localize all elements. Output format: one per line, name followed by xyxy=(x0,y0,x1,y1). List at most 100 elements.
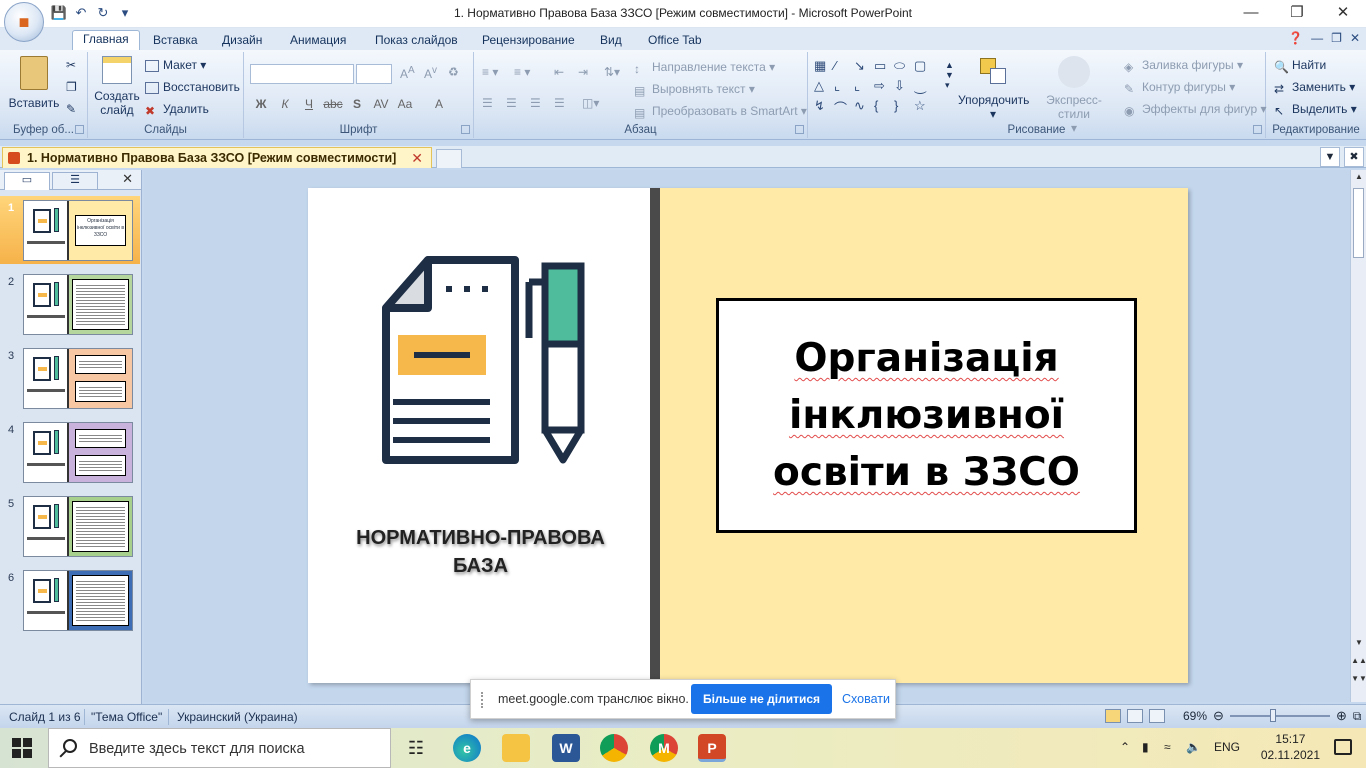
text-direction-button[interactable]: ↕ Направление текста ▾ xyxy=(634,60,775,76)
language-switch[interactable]: ENG xyxy=(1214,740,1240,754)
delete-button[interactable]: ✖ Удалить xyxy=(145,102,209,118)
theme-name[interactable]: "Тема Office" xyxy=(91,710,162,724)
align-center-icon[interactable]: ☰ xyxy=(506,96,517,110)
outline-view-tab[interactable]: ☰ xyxy=(52,172,98,190)
oval-shape-icon[interactable]: ⬭ xyxy=(894,58,914,74)
file-explorer-icon[interactable] xyxy=(502,734,530,762)
tab-review[interactable]: Рецензирование xyxy=(482,31,575,50)
line-spacing-icon[interactable]: ⇅▾ xyxy=(604,65,620,79)
battery-icon[interactable]: ▮ xyxy=(1142,740,1149,754)
tab-insert[interactable]: Вставка xyxy=(153,31,198,50)
paragraph-launcher-icon[interactable] xyxy=(795,125,804,134)
close-tab-icon[interactable]: ✕ xyxy=(411,150,423,167)
hide-banner-button[interactable]: Сховати xyxy=(842,692,890,706)
zoom-slider-knob[interactable] xyxy=(1269,709,1276,722)
scroll-thumb[interactable] xyxy=(1353,188,1364,258)
office-button[interactable]: ■ xyxy=(4,2,44,42)
shrink-font-icon[interactable]: Av xyxy=(424,65,437,81)
tab-view[interactable]: Вид xyxy=(600,31,622,50)
increase-indent-icon[interactable]: ⇥ xyxy=(578,65,588,79)
new-slide-button[interactable]: Создать слайд xyxy=(92,56,142,117)
clipboard-launcher-icon[interactable] xyxy=(75,125,84,134)
slide-thumbnail[interactable]: 4 xyxy=(0,418,140,486)
new-tab-button[interactable] xyxy=(436,149,462,168)
shape-outline-button[interactable]: ✎ Контур фигуры ▾ xyxy=(1124,80,1235,96)
left-brace-shape-icon[interactable]: { xyxy=(874,98,894,117)
close-document-icon[interactable]: ✖ xyxy=(1344,147,1364,167)
align-right-icon[interactable]: ☰ xyxy=(530,96,541,110)
slideshow-view-icon[interactable] xyxy=(1149,709,1165,723)
select-button[interactable]: ↖ Выделить ▾ xyxy=(1274,102,1357,118)
close-button[interactable]: ✕ xyxy=(1320,0,1366,26)
word-app-icon[interactable]: W xyxy=(552,734,580,762)
strikethrough-icon[interactable]: abc xyxy=(322,94,344,114)
star-shape-icon[interactable]: ☆ xyxy=(914,98,934,117)
elbow2-shape-icon[interactable]: ⌞ xyxy=(854,78,874,94)
shadow-icon[interactable]: S xyxy=(346,94,368,114)
font-launcher-icon[interactable] xyxy=(461,125,470,134)
scroll-up-icon[interactable]: ▲ xyxy=(1351,172,1366,181)
windows-start-icon[interactable] xyxy=(12,738,32,758)
next-slide-icon[interactable]: ▼▼ xyxy=(1351,674,1366,683)
drawing-launcher-icon[interactable] xyxy=(1253,125,1262,134)
slide-thumbnail[interactable]: 3 xyxy=(0,344,140,412)
clock[interactable]: 15:17 02.11.2021 xyxy=(1261,731,1320,763)
zoom-out-icon[interactable]: ⊖ xyxy=(1213,708,1224,724)
elbow-shape-icon[interactable]: ⌞ xyxy=(834,78,854,94)
arrange-button[interactable]: Упорядочить ▾ xyxy=(958,56,1029,121)
cut-icon[interactable]: ✂ xyxy=(66,58,76,72)
paste-button[interactable]: Вставить xyxy=(6,56,62,110)
zoom-slider[interactable] xyxy=(1229,709,1330,722)
chrome-browser-icon[interactable] xyxy=(600,734,628,762)
align-text-button[interactable]: ▤ Выровнять текст ▾ xyxy=(634,82,755,98)
slide-thumbnail[interactable]: 2 xyxy=(0,270,140,338)
slide-title[interactable]: Організація інклюзивної освіти в ЗЗСО xyxy=(737,330,1117,501)
align-left-icon[interactable]: ☰ xyxy=(482,96,493,110)
bold-icon[interactable]: Ж xyxy=(250,94,272,114)
tab-list-icon[interactable]: ▼ xyxy=(1320,147,1340,167)
line-shape-icon[interactable]: ∕ xyxy=(834,58,854,74)
wifi-icon[interactable]: ≈ xyxy=(1164,740,1171,754)
rect-shape-icon[interactable]: ▭ xyxy=(874,58,894,74)
freeform-shape-icon[interactable]: ⏝ xyxy=(914,78,934,94)
underline-icon[interactable]: Ч xyxy=(298,94,320,114)
bullets-icon[interactable]: ≡ ▾ xyxy=(482,65,498,79)
tab-home[interactable]: Главная xyxy=(72,30,140,51)
taskbar-search-box[interactable]: Введите здесь текст для поиска xyxy=(48,728,391,768)
right-brace-shape-icon[interactable]: } xyxy=(894,98,914,117)
triangle-shape-icon[interactable]: △ xyxy=(814,78,834,94)
slides-view-tab[interactable]: ▭ xyxy=(4,172,50,190)
layout-button[interactable]: Макет ▾ xyxy=(145,58,206,72)
show-hidden-icons[interactable]: ⌃ xyxy=(1120,740,1130,754)
find-button[interactable]: 🔍 Найти xyxy=(1274,58,1326,74)
replace-button[interactable]: ⇄ Заменить ▾ xyxy=(1274,80,1355,96)
edge-browser-icon[interactable]: e xyxy=(453,734,481,762)
minimize-button[interactable]: — xyxy=(1228,0,1274,26)
right-arrow-shape-icon[interactable]: ⇨ xyxy=(874,78,894,94)
grow-font-icon[interactable]: AA xyxy=(400,65,415,81)
restore-button[interactable]: ❐ xyxy=(1274,0,1320,26)
powerpoint-app-icon[interactable]: P xyxy=(698,734,726,762)
tab-design[interactable]: Дизайн xyxy=(222,31,262,50)
ribbon-close-icon[interactable]: ✕ xyxy=(1350,31,1360,45)
slide-thumbnail[interactable]: 6 xyxy=(0,566,140,634)
wave-shape-icon[interactable]: ∿ xyxy=(854,98,874,117)
scroll-down-icon[interactable]: ▼ xyxy=(1351,638,1366,647)
copy-icon[interactable]: ❐ xyxy=(66,80,77,94)
volume-icon[interactable]: 🔈 xyxy=(1186,740,1201,754)
shape-effects-button[interactable]: ◉ Эффекты для фигур ▾ xyxy=(1124,102,1267,118)
normal-view-icon[interactable] xyxy=(1105,709,1121,723)
down-arrow-shape-icon[interactable]: ⇩ xyxy=(894,78,914,94)
font-color-icon[interactable]: A xyxy=(428,94,450,114)
language-indicator[interactable]: Украинский (Украина) xyxy=(177,710,298,724)
reset-button[interactable]: Восстановить xyxy=(145,80,240,94)
zoom-level[interactable]: 69% xyxy=(1183,709,1207,723)
shapes-gallery[interactable]: ▦ ∕ ↘ ▭ ⬭ ▢ △ ⌞ ⌞ ⇨ ⇩ ⏝ ↯ ⌒ ∿{} ☆ xyxy=(814,58,944,117)
change-case-icon[interactable]: Aa xyxy=(394,94,416,114)
char-spacing-icon[interactable]: AV xyxy=(370,94,392,114)
slide-thumbnail[interactable]: 1 Організація інклюзивної освіти в ЗЗСО xyxy=(0,196,140,264)
numbering-icon[interactable]: ≡ ▾ xyxy=(514,65,530,79)
prev-slide-icon[interactable]: ▲▲ xyxy=(1351,656,1366,665)
shapes-more-icon[interactable]: ▲ ▼ ▾ xyxy=(945,60,954,91)
curve-shape-icon[interactable]: ↯ xyxy=(814,98,834,117)
